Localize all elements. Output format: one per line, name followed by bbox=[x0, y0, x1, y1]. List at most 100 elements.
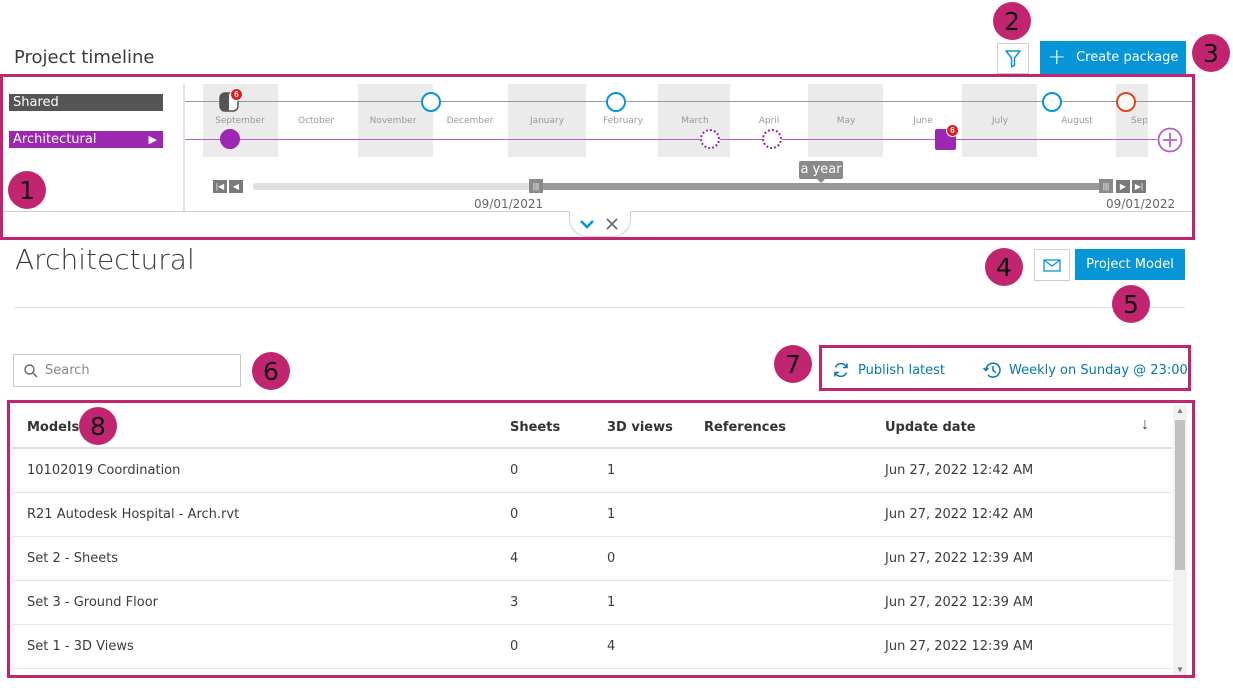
plus-circle-icon bbox=[1157, 127, 1183, 153]
publish-schedule-button[interactable]: Weekly on Sunday @ 23:00 bbox=[982, 360, 1188, 380]
cell-3d-views: 1 bbox=[607, 595, 616, 610]
cell-sheets: 0 bbox=[510, 639, 519, 654]
publish-latest-button[interactable]: Publish latest bbox=[832, 360, 945, 380]
month-label: March bbox=[681, 116, 709, 126]
scrub-range[interactable] bbox=[536, 183, 1100, 190]
close-icon bbox=[606, 218, 618, 230]
scrub-prev-button[interactable]: ◀ bbox=[229, 180, 243, 193]
cell-update-date: Jun 27, 2022 12:39 AM bbox=[885, 595, 1034, 610]
table-row[interactable]: 10102019 Coordination 0 1 Jun 27, 2022 1… bbox=[12, 449, 1172, 493]
page-title: Project timeline bbox=[14, 47, 155, 68]
project-model-button[interactable]: Project Model bbox=[1075, 249, 1185, 280]
start-date: 09/01/2021 bbox=[474, 197, 544, 211]
scrollbar-thumb[interactable] bbox=[1175, 420, 1185, 570]
month-label: January bbox=[529, 116, 565, 126]
collapse-button[interactable] bbox=[579, 216, 595, 232]
email-button[interactable] bbox=[1034, 249, 1070, 281]
grip-icon: ||| bbox=[1102, 181, 1110, 191]
column-sheets[interactable]: Sheets bbox=[510, 420, 560, 435]
cell-3d-views: 1 bbox=[607, 507, 616, 522]
callout-6: 6 bbox=[252, 352, 290, 390]
shared-milestone-orange[interactable] bbox=[1116, 92, 1136, 112]
column-3d-views[interactable]: 3D views bbox=[607, 420, 673, 435]
section-title: Architectural bbox=[15, 243, 195, 276]
scrub-start-handle[interactable]: ||| bbox=[529, 179, 543, 193]
table-row[interactable]: Set 3 - Ground Floor 3 1 Jun 27, 2022 12… bbox=[12, 581, 1172, 625]
table-scrollbar[interactable]: ▲ ▼ bbox=[1173, 405, 1187, 675]
callout-7: 7 bbox=[774, 345, 812, 383]
callout-4: 4 bbox=[985, 248, 1023, 286]
search-icon bbox=[24, 364, 38, 378]
arch-milestone-planned[interactable] bbox=[762, 129, 782, 149]
table-row[interactable]: R21 Autodesk Hospital - Arch.rvt 0 1 Jun… bbox=[12, 493, 1172, 537]
create-package-label: Create package bbox=[1076, 50, 1179, 65]
table-row[interactable]: Set 2 - Sheets 4 0 Jun 27, 2022 12:39 AM bbox=[12, 537, 1172, 581]
callout-3: 3 bbox=[1192, 34, 1230, 72]
cell-model-name: Set 1 - 3D Views bbox=[27, 639, 134, 654]
month-label: November bbox=[369, 116, 417, 126]
column-update-date[interactable]: Update date bbox=[885, 420, 976, 435]
grip-icon: ||| bbox=[532, 181, 540, 191]
scroll-up-icon[interactable]: ▲ bbox=[1176, 406, 1184, 415]
month-label: February bbox=[603, 116, 643, 126]
history-clock-icon bbox=[982, 362, 1001, 378]
callout-8: 8 bbox=[79, 407, 117, 445]
filter-icon bbox=[1005, 49, 1021, 68]
month-label: Sep bbox=[1131, 116, 1147, 126]
shared-milestone[interactable] bbox=[1042, 92, 1062, 112]
cell-3d-views: 4 bbox=[607, 639, 616, 654]
lane-architectural[interactable]: Architectural ▶ bbox=[9, 131, 163, 148]
month-label: December bbox=[446, 116, 494, 126]
mail-icon bbox=[1043, 258, 1061, 272]
section-divider bbox=[14, 307, 1185, 308]
filter-button[interactable] bbox=[997, 43, 1029, 74]
arch-count-badge: 6 bbox=[946, 124, 959, 137]
duration-label: a year bbox=[800, 162, 842, 177]
scrub-end-handle[interactable]: ||| bbox=[1099, 179, 1113, 193]
callout-5: 5 bbox=[1112, 285, 1150, 323]
lane-shared[interactable]: Shared bbox=[9, 94, 163, 111]
callout-1: 1 bbox=[8, 171, 46, 209]
lane-architectural-label: Architectural bbox=[13, 132, 97, 147]
search-input[interactable]: Search bbox=[13, 354, 241, 387]
shared-lane-line bbox=[185, 101, 1192, 102]
shared-milestone[interactable] bbox=[606, 92, 626, 112]
month-label: September bbox=[215, 116, 265, 126]
arch-milestone-filled[interactable] bbox=[220, 129, 240, 149]
cell-3d-views: 1 bbox=[607, 463, 616, 478]
column-references[interactable]: References bbox=[704, 420, 786, 435]
arch-lane-line bbox=[185, 139, 1157, 140]
month-label: October bbox=[297, 116, 335, 126]
shared-count-badge: 6 bbox=[230, 88, 243, 101]
cell-update-date: Jun 27, 2022 12:42 AM bbox=[885, 463, 1034, 478]
cell-update-date: Jun 27, 2022 12:39 AM bbox=[885, 639, 1034, 654]
month-label: August bbox=[1061, 116, 1093, 126]
cell-sheets: 0 bbox=[510, 463, 519, 478]
prev-icon: ◀ bbox=[232, 182, 240, 191]
duration-tooltip: a year bbox=[799, 161, 843, 179]
table-row[interactable]: Set 1 - 3D Views 0 4 Jun 27, 2022 12:39 … bbox=[12, 625, 1172, 669]
cell-sheets: 4 bbox=[510, 551, 519, 566]
close-timeline-button[interactable] bbox=[605, 217, 619, 231]
scroll-down-icon[interactable]: ▼ bbox=[1176, 665, 1184, 674]
scrub-next-button[interactable]: ▶ bbox=[1116, 180, 1130, 193]
next-icon: ▶ bbox=[1119, 182, 1127, 191]
month-label: July bbox=[991, 116, 1009, 126]
scrub-end-button[interactable]: ▶| bbox=[1132, 180, 1146, 193]
cell-update-date: Jun 27, 2022 12:39 AM bbox=[885, 551, 1034, 566]
chevron-down-icon bbox=[580, 220, 594, 229]
publish-schedule-label: Weekly on Sunday @ 23:00 bbox=[1009, 362, 1188, 378]
sort-arrow-icon[interactable]: ↓ bbox=[1141, 416, 1149, 434]
shared-milestone[interactable] bbox=[421, 92, 441, 112]
end-date: 09/01/2022 bbox=[1106, 197, 1176, 211]
arch-milestone-planned[interactable] bbox=[700, 129, 720, 149]
scrub-start-button[interactable]: |◀ bbox=[213, 180, 227, 193]
cell-model-name: Set 2 - Sheets bbox=[27, 551, 119, 566]
add-milestone-button[interactable] bbox=[1157, 127, 1183, 153]
tooltip-pointer bbox=[816, 178, 826, 183]
cell-model-name: Set 3 - Ground Floor bbox=[27, 595, 158, 610]
skip-end-icon: ▶| bbox=[1134, 182, 1144, 191]
create-package-button[interactable]: + Create package bbox=[1040, 41, 1186, 74]
month-label: May bbox=[836, 116, 856, 126]
column-models[interactable]: Models bbox=[27, 420, 79, 435]
